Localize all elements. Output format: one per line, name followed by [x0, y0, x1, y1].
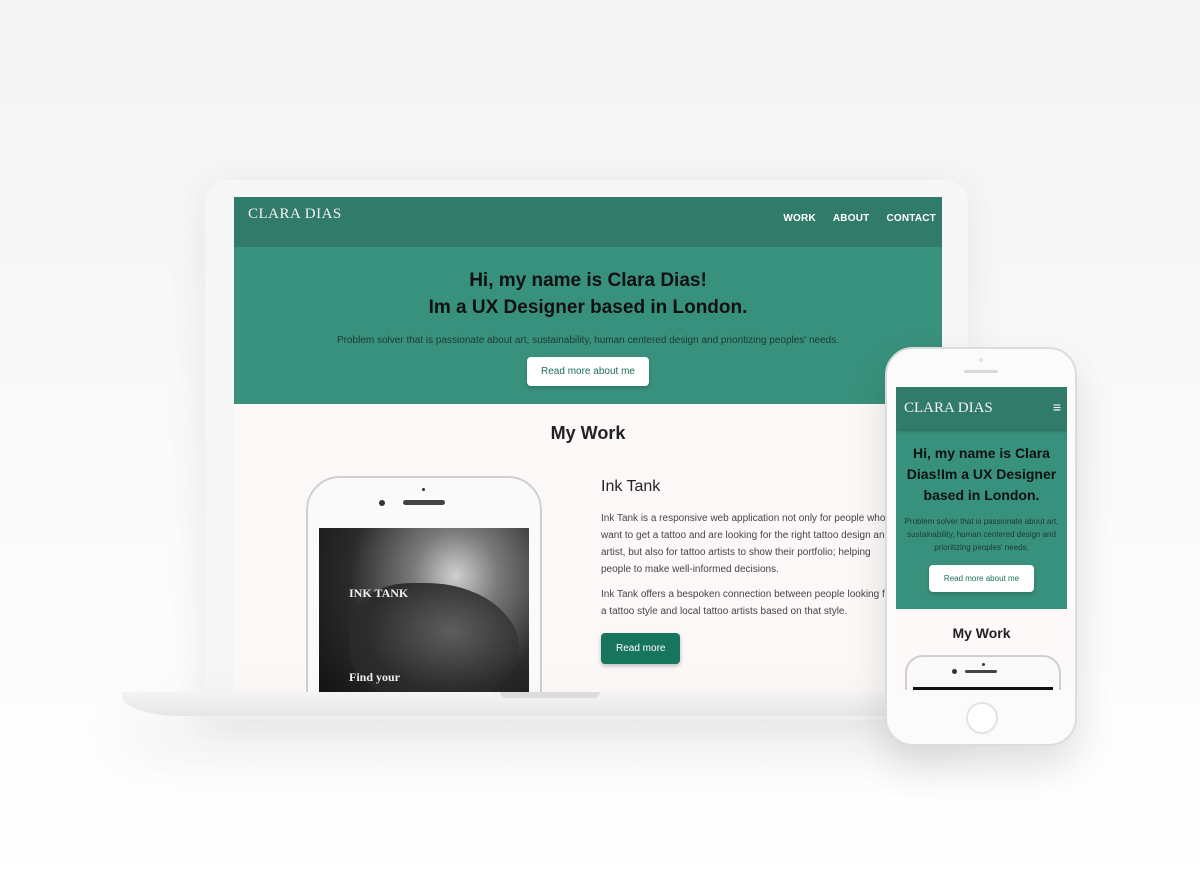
mobile-project-phone-mockup	[905, 655, 1061, 690]
mockup-tagline: Find your	[349, 670, 401, 684]
desktop-website: CLARA DIAS WORK ABOUT CONTACT Hi, my nam…	[234, 197, 942, 694]
phone-front-sensor	[379, 500, 385, 506]
nav-link-contact[interactable]: CONTACT	[886, 213, 936, 224]
my-work-title: My Work	[550, 423, 626, 443]
mobile-my-work-title: My Work	[952, 625, 1011, 641]
desktop-navbar: CLARA DIAS WORK ABOUT CONTACT	[234, 197, 942, 247]
hero-title: Hi, my name is Clara Dias! Im a UX Desig…	[234, 247, 942, 321]
read-more-about-me-button[interactable]: Read more about me	[527, 357, 649, 386]
mobile-read-more-about-me-button[interactable]: Read more about me	[928, 565, 1035, 592]
laptop-notch	[500, 692, 600, 698]
mockup-title: INK TANK	[349, 586, 409, 600]
project-description-2: Ink Tank offers a bespoken connection be…	[601, 589, 894, 617]
hero-subtitle: Problem solver that is passionate about …	[336, 335, 840, 346]
mini-phone-camera	[982, 663, 985, 666]
project-phone-mockup: INK TANK Find your	[306, 476, 542, 694]
nav-link-about[interactable]: ABOUT	[833, 213, 870, 224]
nav-links: WORK ABOUT CONTACT	[783, 213, 936, 224]
mini-phone-sensor	[952, 669, 957, 674]
mobile-phone-frame: CLARA DIAS ≡ Hi, my name is Clara Dias!I…	[885, 347, 1077, 746]
desktop-hero: Hi, my name is Clara Dias! Im a UX Desig…	[234, 247, 942, 404]
mini-phone-screen-edge	[913, 687, 1053, 690]
mobile-hero: Hi, my name is Clara Dias!Im a UX Design…	[896, 429, 1067, 609]
project-screenshot-image: INK TANK Find your	[319, 528, 529, 694]
mobile-hero-title: Hi, my name is Clara Dias!Im a UX Design…	[906, 445, 1057, 503]
mobile-my-work-section: My Work	[896, 609, 1067, 641]
hero-title-line2: Im a UX Designer based in London.	[428, 297, 748, 318]
brand-logo[interactable]: CLARA DIAS	[248, 206, 342, 223]
mobile-speaker	[964, 370, 998, 373]
hero-title-line1: Hi, my name is Clara Dias!	[469, 270, 707, 291]
home-button-icon	[966, 702, 998, 734]
read-more-button[interactable]: Read more	[601, 633, 681, 664]
phone-speaker	[403, 500, 445, 505]
mobile-navbar: CLARA DIAS ≡	[896, 387, 1067, 429]
mini-phone-speaker	[965, 670, 997, 673]
project-title: Ink Tank	[601, 478, 661, 495]
project-card: Ink Tank Ink Tank is a responsive web ap…	[601, 478, 901, 664]
mobile-camera	[979, 358, 983, 362]
my-work-section: My Work INK TANK Find your Ink Tank Ink …	[234, 404, 942, 694]
hamburger-menu-icon[interactable]: ≡	[1053, 399, 1061, 415]
project-description-1: Ink Tank is a responsive web application…	[601, 513, 891, 575]
mobile-brand-logo[interactable]: CLARA DIAS	[904, 400, 993, 417]
mobile-hero-subtitle: Problem solver that is passionate about …	[904, 517, 1059, 552]
phone-camera-dot	[422, 488, 425, 491]
mobile-website: CLARA DIAS ≡ Hi, my name is Clara Dias!I…	[896, 387, 1067, 690]
nav-link-work[interactable]: WORK	[783, 213, 815, 224]
